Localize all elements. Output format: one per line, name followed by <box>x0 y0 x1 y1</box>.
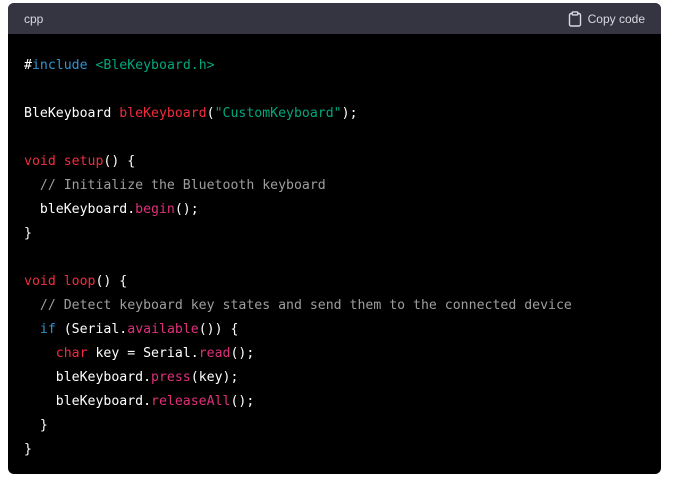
code-token: (key); <box>190 370 239 385</box>
code-line: void setup() { <box>24 150 645 174</box>
code-token: include <box>31 58 88 73</box>
code-token: char <box>55 346 88 361</box>
code-line: char key = Serial.read(); <box>24 342 645 366</box>
code-line: #include <BleKeyboard.h> <box>24 54 645 78</box>
code-line: bleKeyboard.releaseAll(); <box>24 390 645 414</box>
code-token: ()) { <box>198 322 239 337</box>
code-line: } <box>24 222 645 246</box>
code-line: if (Serial.available()) { <box>24 318 645 342</box>
code-token: // Detect keyboard key states and send t… <box>39 298 572 313</box>
code-token: (Serial. <box>55 322 128 337</box>
code-token: releaseAll <box>151 394 231 409</box>
code-token: ); <box>341 106 358 121</box>
code-line: ​ <box>24 126 645 150</box>
code-token: begin <box>135 202 175 217</box>
code-token: press <box>151 370 191 385</box>
code-token: } <box>24 442 32 457</box>
code-token: bleKeyboard. <box>24 394 152 409</box>
code-token: } <box>24 226 32 241</box>
code-block: cpp Copy code #include <BleKeyboard.h>​B… <box>8 3 661 474</box>
code-token: <BleKeyboard.h> <box>95 58 215 73</box>
code-line: // Detect keyboard key states and send t… <box>24 294 645 318</box>
copy-code-label: Copy code <box>587 11 645 26</box>
code-token: (); <box>230 394 255 409</box>
code-line: ​ <box>24 78 645 102</box>
code-token: } <box>24 418 48 433</box>
code-token: (); <box>174 202 199 217</box>
code-token: bleKeyboard. <box>24 202 136 217</box>
code-line: ​ <box>24 246 645 270</box>
clipboard-icon <box>568 10 582 27</box>
code-token: if <box>39 322 56 337</box>
code-token: void <box>24 154 56 169</box>
code-token: read <box>198 346 231 361</box>
code-line: } <box>24 438 645 462</box>
code-token: "CustomKeyboard" <box>214 106 342 121</box>
code-token: key = Serial. <box>87 346 199 361</box>
code-token: void <box>24 274 56 289</box>
copy-code-button[interactable]: Copy code <box>568 10 645 27</box>
code-token: setup <box>63 154 104 169</box>
code-token: (); <box>230 346 255 361</box>
code-token: available <box>127 322 199 337</box>
code-line: BleKeyboard bleKeyboard("CustomKeyboard"… <box>24 102 645 126</box>
language-label: cpp <box>24 11 44 26</box>
code-token: () { <box>103 154 136 169</box>
code-token: ( <box>206 106 215 121</box>
code-line: bleKeyboard.press(key); <box>24 366 645 390</box>
code-content: #include <BleKeyboard.h>​BleKeyboard ble… <box>24 54 645 462</box>
code-token: // Initialize the Bluetooth keyboard <box>39 178 326 193</box>
code-token: () { <box>95 274 128 289</box>
code-token: # <box>24 58 32 73</box>
code-line: } <box>24 414 645 438</box>
code-body: #include <BleKeyboard.h>​BleKeyboard ble… <box>8 34 661 462</box>
code-line: bleKeyboard.begin(); <box>24 198 645 222</box>
code-line: // Initialize the Bluetooth keyboard <box>24 174 645 198</box>
code-token: loop <box>63 274 96 289</box>
code-line: void loop() { <box>24 270 645 294</box>
code-header: cpp Copy code <box>8 3 661 34</box>
code-token: bleKeyboard <box>119 106 207 121</box>
code-token: bleKeyboard. <box>24 370 152 385</box>
code-token: BleKeyboard <box>24 106 120 121</box>
